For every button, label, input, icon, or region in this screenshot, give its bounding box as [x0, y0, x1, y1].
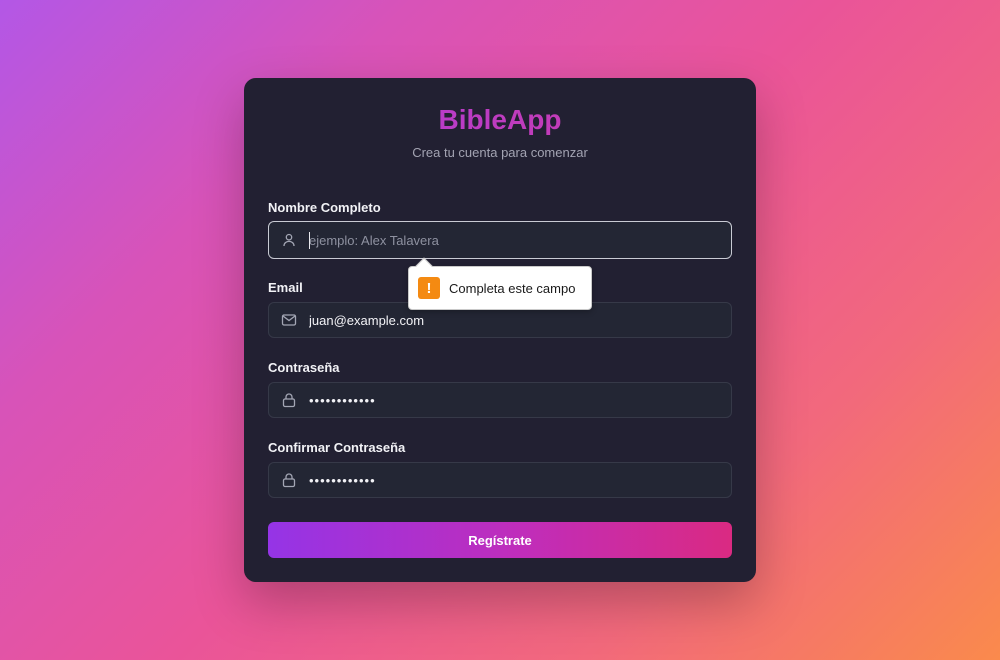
- password-field[interactable]: [268, 382, 732, 418]
- warning-icon: !: [418, 277, 440, 299]
- confirm-password-label: Confirmar Contraseña: [268, 440, 406, 455]
- fullname-label: Nombre Completo: [268, 200, 381, 215]
- signup-card: BibleApp Crea tu cuenta para comenzar No…: [244, 78, 756, 582]
- lock-icon: [281, 472, 297, 488]
- confirm-password-input[interactable]: [309, 463, 719, 497]
- password-input[interactable]: [309, 383, 719, 417]
- app-subtitle: Crea tu cuenta para comenzar: [412, 145, 588, 160]
- register-button[interactable]: Regístrate: [268, 522, 732, 558]
- lock-icon: [281, 392, 297, 408]
- text-caret: [309, 232, 310, 249]
- validation-tooltip: ! Completa este campo: [408, 257, 592, 310]
- fullname-input[interactable]: [309, 222, 719, 258]
- user-icon: [281, 232, 297, 248]
- email-label: Email: [268, 280, 303, 295]
- confirm-password-field[interactable]: [268, 462, 732, 498]
- password-label: Contraseña: [268, 360, 340, 375]
- app-title: BibleApp: [244, 104, 756, 136]
- validation-message: Completa este campo: [449, 281, 576, 296]
- fullname-field[interactable]: [268, 221, 732, 259]
- mail-icon: [281, 312, 297, 328]
